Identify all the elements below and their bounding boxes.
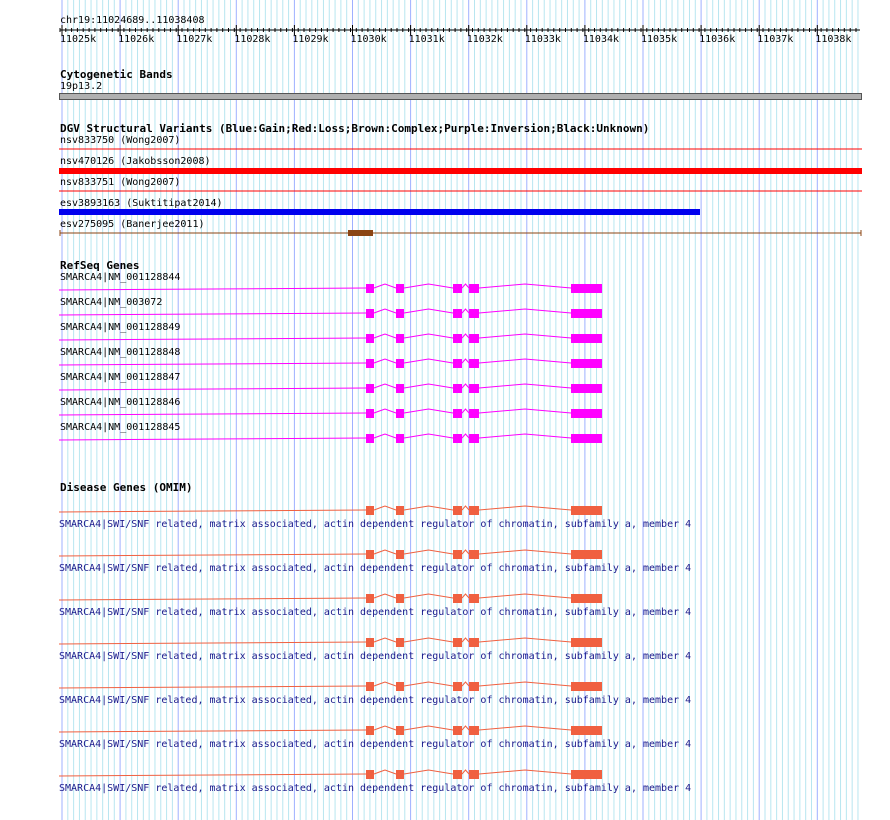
refseq-transcript-model[interactable] <box>0 330 890 346</box>
omim-gene-model[interactable] <box>0 634 890 650</box>
omim-gene-label[interactable]: SMARCA4|SWI/SNF related, matrix associat… <box>59 607 691 619</box>
refseq-transcript-model[interactable] <box>0 405 890 421</box>
cytoband-label: 19p13.2 <box>60 81 103 92</box>
dgv-variant-bar[interactable] <box>0 166 890 176</box>
refseq-track-title: RefSeq Genes <box>60 259 140 272</box>
omim-gene-label[interactable]: SMARCA4|SWI/SNF related, matrix associat… <box>59 783 691 795</box>
ruler-tick-label: 11028k <box>234 34 271 45</box>
dgv-variant-bar[interactable] <box>0 228 890 238</box>
ruler-tick-label: 11030k <box>350 34 387 45</box>
dgv-variant-bar[interactable] <box>0 186 890 196</box>
ruler-tick-label: 11025k <box>60 34 97 45</box>
refseq-transcript-model[interactable] <box>0 305 890 321</box>
omim-gene-model[interactable] <box>0 766 890 782</box>
cytoband-track-title: Cytogenetic Bands <box>60 68 173 81</box>
ruler-tick-label: 11029k <box>292 34 329 45</box>
ruler-tick-label: 11036k <box>699 34 736 45</box>
omim-gene-label[interactable]: SMARCA4|SWI/SNF related, matrix associat… <box>59 563 691 575</box>
omim-gene-label[interactable]: SMARCA4|SWI/SNF related, matrix associat… <box>59 695 691 707</box>
ruler-tick-label: 11032k <box>466 34 503 45</box>
refseq-transcript-model[interactable] <box>0 355 890 371</box>
omim-gene-model[interactable] <box>0 502 890 518</box>
omim-gene-label[interactable]: SMARCA4|SWI/SNF related, matrix associat… <box>59 651 691 663</box>
omim-track-title: Disease Genes (OMIM) <box>60 481 193 494</box>
ruler-tick-label: 11037k <box>757 34 794 45</box>
omim-gene-model[interactable] <box>0 722 890 738</box>
ruler-tick-label: 11026k <box>118 34 155 45</box>
omim-gene-model[interactable] <box>0 546 890 562</box>
refseq-transcript-model[interactable] <box>0 430 890 446</box>
refseq-transcript-model[interactable] <box>0 280 890 296</box>
omim-gene-label[interactable]: SMARCA4|SWI/SNF related, matrix associat… <box>59 739 691 751</box>
ruler-tick-label: 11035k <box>641 34 678 45</box>
omim-gene-model[interactable] <box>0 678 890 694</box>
ruler-tick-label: 11038k <box>815 34 852 45</box>
omim-gene-label[interactable]: SMARCA4|SWI/SNF related, matrix associat… <box>59 519 691 531</box>
dgv-track-title: DGV Structural Variants (Blue:Gain;Red:L… <box>60 122 650 135</box>
cytoband-bar[interactable] <box>59 93 862 100</box>
dgv-variant-bar[interactable] <box>0 207 890 217</box>
ruler-tick-label: 11027k <box>176 34 213 45</box>
ruler-tick-label: 11034k <box>582 34 620 45</box>
ruler-tick-label: 11031k <box>408 34 445 45</box>
refseq-transcript-model[interactable] <box>0 380 890 396</box>
ruler-tick-label: 11033k <box>524 34 561 45</box>
omim-gene-model[interactable] <box>0 590 890 606</box>
dgv-variant-bar[interactable] <box>0 144 890 154</box>
